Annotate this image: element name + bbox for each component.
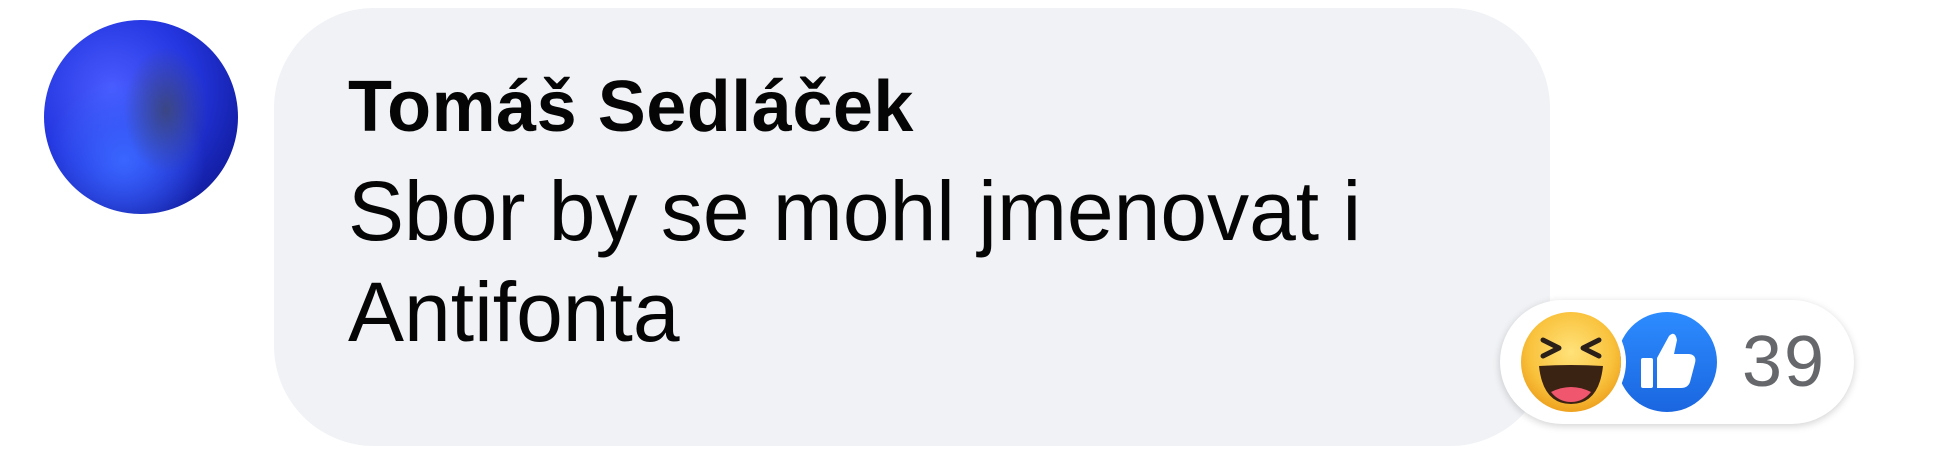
like-reaction-icon <box>1612 307 1722 417</box>
comment: Tomáš Sedláček Sbor by se mohl jmenovat … <box>0 0 1948 454</box>
comment-bubble: Tomáš Sedláček Sbor by se mohl jmenovat … <box>274 8 1550 446</box>
reactions-summary[interactable]: 39 <box>1500 300 1855 424</box>
avatar[interactable] <box>44 20 238 214</box>
comment-text: Sbor by se mohl jmenovat i Antifonta <box>348 163 1362 359</box>
haha-reaction-icon <box>1516 307 1626 417</box>
comment-author[interactable]: Tomáš Sedláček <box>348 66 1490 149</box>
reaction-count: 39 <box>1742 322 1827 402</box>
